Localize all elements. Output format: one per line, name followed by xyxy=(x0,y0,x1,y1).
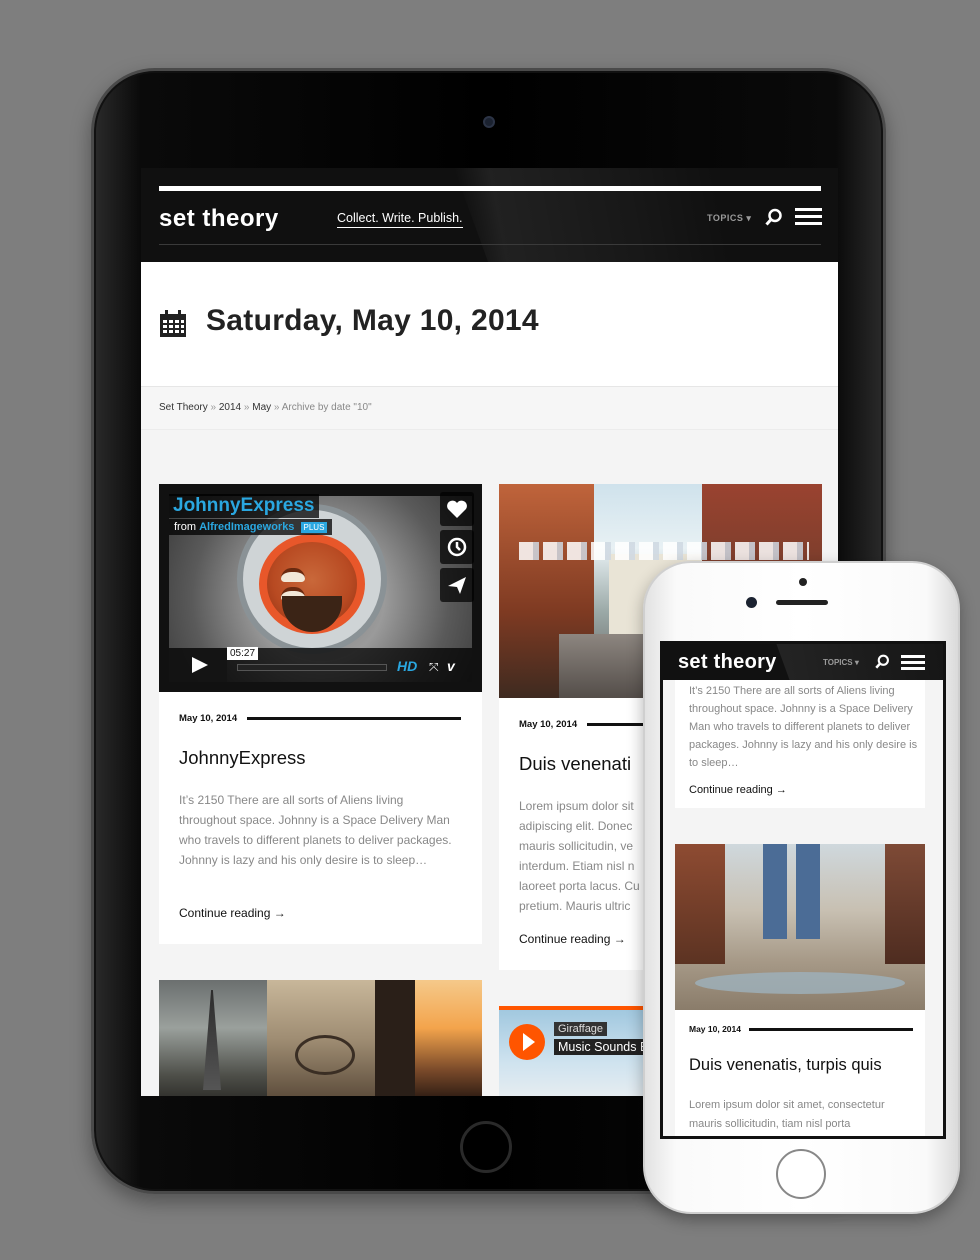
continue-reading-link[interactable]: Continue reading → xyxy=(519,932,626,946)
heart-icon xyxy=(447,500,467,518)
play-button[interactable] xyxy=(169,648,227,682)
video-title[interactable]: JohnnyExpress xyxy=(169,494,319,518)
post-excerpt: Lorem ipsum dolor sit amet, consectetur … xyxy=(689,1099,885,1130)
search-icon[interactable] xyxy=(875,654,890,669)
breadcrumb-current: Archive by date "10" xyxy=(281,402,372,413)
progress-bar[interactable] xyxy=(237,664,387,671)
phone-device: set theory TOPICS ▾ It’s 2150 There are … xyxy=(643,561,960,1214)
watch-later-button[interactable] xyxy=(440,530,474,564)
site-tagline: Collect. Write. Publish. xyxy=(337,211,463,228)
site-logo[interactable]: set theory xyxy=(159,205,279,233)
breadcrumb-home-link[interactable]: Set Theory xyxy=(159,402,208,413)
date-rule xyxy=(749,1028,913,1031)
plus-badge: PLUS xyxy=(300,522,328,533)
post-excerpt: Lorem ipsum dolor sit adipiscing elit. D… xyxy=(519,799,640,913)
topics-dropdown[interactable]: TOPICS ▾ xyxy=(707,213,751,224)
audio-play-button[interactable] xyxy=(509,1024,545,1060)
post-date: May 10, 2014 xyxy=(689,1024,741,1034)
post-excerpt: It’s 2150 There are all sorts of Aliens … xyxy=(689,685,918,769)
gallery-image-sunset-street[interactable] xyxy=(375,980,482,1096)
phone-camera xyxy=(746,597,757,608)
post-excerpt: It’s 2150 There are all sorts of Aliens … xyxy=(179,793,452,867)
post-image-jumping[interactable] xyxy=(675,844,925,1010)
page-title: Saturday, May 10, 2014 xyxy=(206,304,539,337)
continue-reading-link[interactable]: Continue reading → xyxy=(689,784,787,796)
tablet-camera xyxy=(483,116,495,128)
search-icon[interactable] xyxy=(765,208,783,226)
mobile-site-logo[interactable]: set theory xyxy=(678,651,777,674)
gallery-image-paris[interactable] xyxy=(159,980,267,1096)
site-header: set theory Collect. Write. Publish. TOPI… xyxy=(141,168,838,262)
post-title[interactable]: Duis venenati xyxy=(519,753,631,775)
date-rule xyxy=(247,717,461,720)
menu-icon[interactable] xyxy=(795,208,822,226)
breadcrumb: Set Theory » 2014 » May » Archive by dat… xyxy=(159,402,372,413)
post-date: May 10, 2014 xyxy=(179,713,238,724)
laundry-line xyxy=(519,542,809,560)
tablet-home-button xyxy=(460,1121,512,1173)
video-author[interactable]: from AlfredImageworks PLUS xyxy=(169,519,333,535)
phone-home-button xyxy=(776,1149,826,1199)
audio-artist[interactable]: Giraffage xyxy=(554,1022,608,1036)
gallery-image-bicycle[interactable] xyxy=(267,980,375,1096)
menu-icon[interactable] xyxy=(901,655,925,670)
mobile-topics-dropdown[interactable]: TOPICS ▾ xyxy=(823,658,859,667)
video-duration: 05:27 xyxy=(227,647,259,660)
vimeo-logo[interactable]: v xyxy=(447,658,455,674)
header-top-bar xyxy=(159,186,821,191)
like-button[interactable] xyxy=(440,492,474,526)
fullscreen-icon[interactable]: ⤧ xyxy=(429,660,439,675)
share-button[interactable] xyxy=(440,568,474,602)
post-title[interactable]: JohnnyExpress xyxy=(179,747,305,769)
phone-speaker xyxy=(776,600,828,605)
audio-track[interactable]: Music Sounds B xyxy=(554,1039,653,1055)
breadcrumb-month-link[interactable]: May xyxy=(252,402,271,413)
post-date: May 10, 2014 xyxy=(519,719,578,730)
mobile-post-card-johnnyexpress: It’s 2150 There are all sorts of Aliens … xyxy=(675,680,925,808)
send-icon xyxy=(448,577,466,594)
video-player[interactable]: JohnnyExpress from AlfredImageworks PLUS… xyxy=(159,484,482,692)
mobile-post-card-duis: May 10, 2014 Duis venenatis, turpis quis… xyxy=(675,844,925,1136)
breadcrumb-bar: Set Theory » 2014 » May » Archive by dat… xyxy=(141,386,838,430)
continue-reading-link[interactable]: Continue reading → xyxy=(179,906,286,920)
mobile-site-header: set theory TOPICS ▾ xyxy=(663,644,943,680)
clock-icon xyxy=(447,537,467,557)
hd-toggle[interactable]: HD xyxy=(397,658,417,674)
archive-header: Saturday, May 10, 2014 xyxy=(141,262,838,386)
post-title[interactable]: Duis venenatis, turpis quis xyxy=(689,1056,882,1075)
calendar-icon xyxy=(160,310,186,337)
phone-screen: set theory TOPICS ▾ It’s 2150 There are … xyxy=(660,641,946,1139)
breadcrumb-year-link[interactable]: 2014 xyxy=(219,402,241,413)
